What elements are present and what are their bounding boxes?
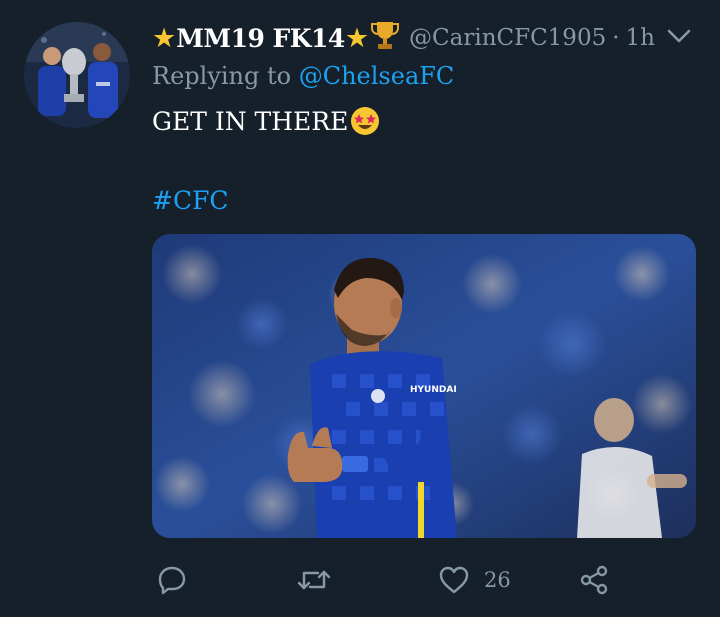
heart-icon	[438, 564, 470, 596]
reply-icon	[156, 564, 188, 596]
tweet[interactable]: ★ MM19 FK14 ★ @CarinCFC1905 · 1h Replyin…	[0, 0, 720, 617]
like-button[interactable]: 26	[438, 558, 511, 602]
trophy-icon	[371, 20, 400, 56]
separator-dot: ·	[612, 25, 620, 51]
retweet-button[interactable]	[296, 558, 332, 602]
reply-prefix: Replying to	[152, 62, 292, 90]
display-name[interactable]: MM19 FK14	[176, 24, 345, 53]
share-icon	[578, 564, 610, 596]
reply-context: Replying to @ChelseaFC	[152, 62, 454, 90]
star-icon: ★	[152, 22, 177, 54]
tweet-text: GET IN THERE	[152, 106, 380, 136]
timestamp[interactable]: 1h	[626, 25, 655, 51]
tweet-media-image[interactable]: HYUNDAI	[152, 234, 696, 538]
user-handle[interactable]: @CarinCFC1905	[409, 25, 606, 51]
tweet-header: ★ MM19 FK14 ★ @CarinCFC1905 · 1h	[152, 20, 655, 56]
retweet-icon	[296, 564, 332, 596]
chevron-down-icon[interactable]	[664, 24, 694, 48]
hashtag-link[interactable]: #CFC	[152, 186, 229, 215]
like-count: 26	[484, 568, 511, 592]
shirt-sponsor-text: HYUNDAI	[410, 385, 457, 395]
tweet-body: GET IN THERE	[152, 106, 349, 136]
tweet-actions: 26	[152, 558, 622, 602]
star-icon: ★	[344, 22, 370, 54]
reply-button[interactable]	[156, 558, 188, 602]
reply-mention-link[interactable]: @ChelseaFC	[299, 62, 455, 90]
avatar[interactable]	[24, 22, 130, 128]
share-button[interactable]	[578, 558, 610, 602]
star-struck-emoji-icon	[350, 106, 380, 136]
